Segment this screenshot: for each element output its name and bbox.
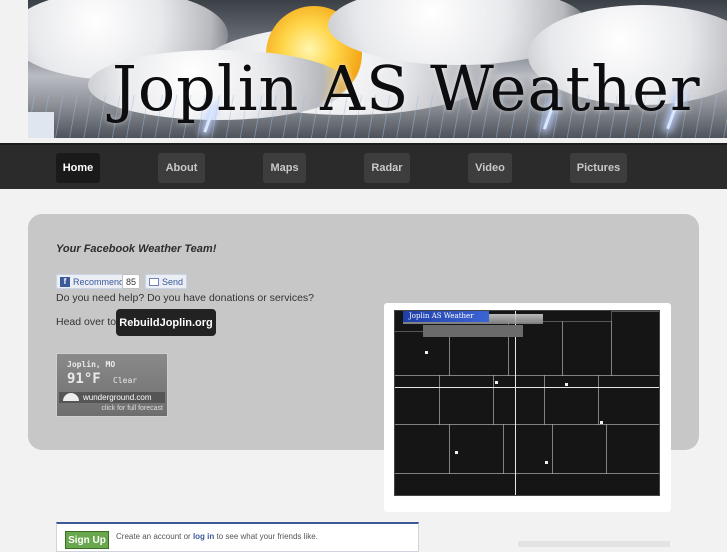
county-border <box>449 331 509 376</box>
county-border <box>395 473 659 495</box>
help-text: Do you need help? Do you have donations … <box>56 292 314 304</box>
tagline: Your Facebook Weather Team! <box>56 243 217 255</box>
send-label: Send <box>162 276 184 287</box>
radar-title: Joplin AS Weather <box>403 311 489 322</box>
banner-corner <box>28 112 54 138</box>
signup-text: Create an account or log in to see what … <box>116 532 318 541</box>
state-line <box>395 387 659 388</box>
county-border <box>503 424 553 474</box>
header-banner: Joplin AS Weather <box>28 0 727 138</box>
nav-about[interactable]: About <box>158 153 205 183</box>
weather-condition: Clear <box>113 376 138 385</box>
send-icon <box>149 277 159 286</box>
recommend-count: 85 <box>122 274 141 289</box>
facebook-icon: f <box>60 276 70 287</box>
signup-text-before: Create an account or <box>116 532 193 541</box>
county-border <box>439 375 494 425</box>
radar-map[interactable]: Joplin AS Weather <box>394 310 660 496</box>
wunderground-brand: wunderground.com <box>83 393 152 402</box>
city-marker <box>565 383 568 386</box>
weather-city: Joplin, MO <box>67 360 116 369</box>
county-border <box>395 375 440 425</box>
county-border <box>449 424 504 474</box>
nav-maps[interactable]: Maps <box>263 153 306 183</box>
county-border <box>598 375 659 425</box>
county-border <box>395 331 450 376</box>
county-border <box>606 424 659 474</box>
state-line <box>515 311 516 495</box>
county-border <box>611 311 659 376</box>
city-marker <box>495 381 498 384</box>
head-over-text: Head over to <box>56 316 117 328</box>
main-nav: Home About Maps Radar Video Pictures <box>0 143 727 189</box>
facebook-recommend-button[interactable]: f Recommend <box>56 274 129 289</box>
county-border <box>493 375 545 425</box>
login-link[interactable]: log in <box>193 532 214 541</box>
county-border <box>552 424 607 474</box>
nav-video[interactable]: Video <box>468 153 512 183</box>
city-marker <box>425 351 428 354</box>
rebuild-joplin-button[interactable]: RebuildJoplin.org <box>116 309 216 336</box>
city-marker <box>455 451 458 454</box>
weather-temperature: 91°F <box>67 371 101 387</box>
wunderground-icon <box>63 393 79 401</box>
city-marker <box>545 461 548 464</box>
weather-widget[interactable]: Joplin, MO 91°F Clear wunderground.com c… <box>56 353 168 417</box>
radar-legend <box>423 325 523 337</box>
facebook-send-button[interactable]: Send <box>145 274 188 289</box>
county-border <box>395 424 450 474</box>
nav-radar[interactable]: Radar <box>364 153 410 183</box>
facebook-signup-bar: Sign Up Create an account or log in to s… <box>56 522 419 552</box>
sidebar-edge <box>518 541 670 547</box>
wunderground-logo: wunderground.com <box>59 392 165 403</box>
county-border <box>544 375 599 425</box>
site-title[interactable]: Joplin AS Weather <box>112 52 701 125</box>
nav-home[interactable]: Home <box>56 153 100 183</box>
county-border <box>562 321 612 376</box>
recommend-label: Recommend <box>73 276 125 287</box>
full-forecast-link[interactable]: click for full forecast <box>102 405 163 412</box>
signup-text-after: to see what your friends like. <box>214 532 318 541</box>
city-marker <box>600 421 603 424</box>
sign-up-button[interactable]: Sign Up <box>65 531 109 549</box>
nav-pictures[interactable]: Pictures <box>570 153 627 183</box>
